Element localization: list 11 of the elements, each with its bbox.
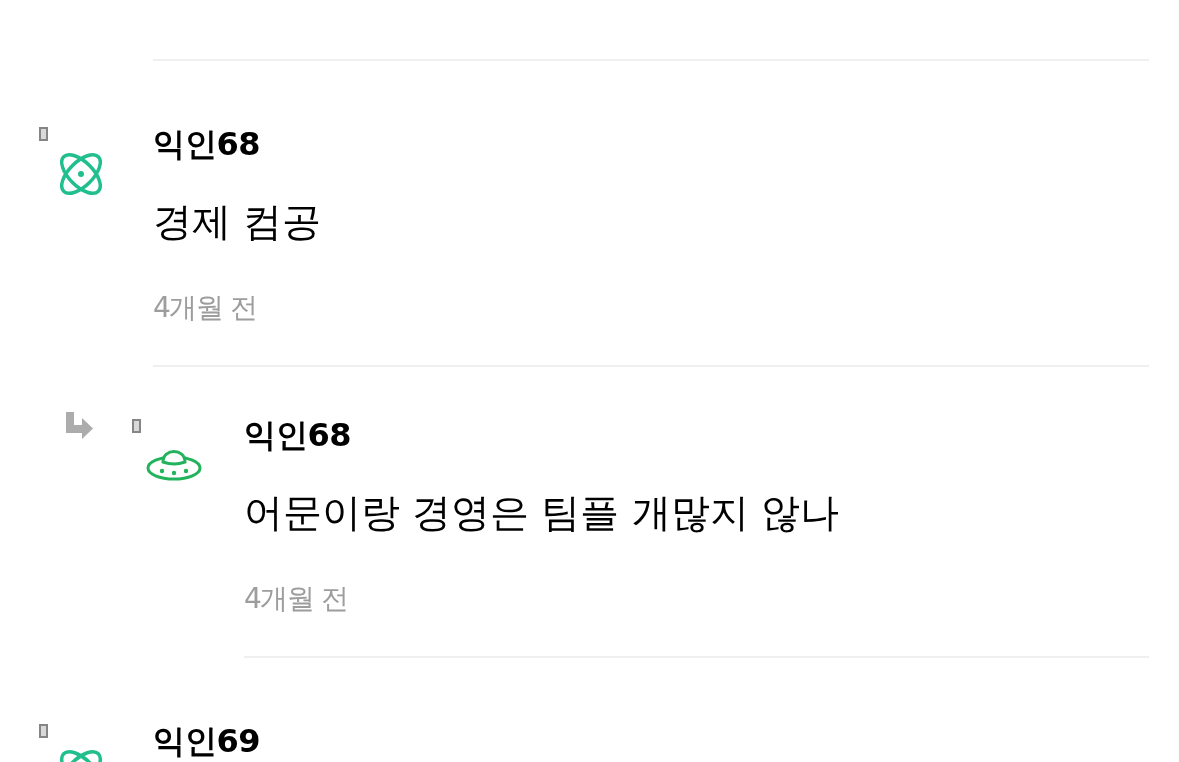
missing-glyph-icon bbox=[132, 419, 141, 433]
timestamp: 4개월 전 bbox=[153, 290, 258, 326]
timestamp: 4개월 전 bbox=[244, 581, 349, 617]
username: 익인68 bbox=[244, 415, 353, 455]
reply-arrow-icon bbox=[65, 412, 93, 439]
missing-glyph-icon bbox=[39, 127, 48, 141]
missing-glyph-icon bbox=[39, 724, 48, 738]
username: 익인68 bbox=[153, 124, 262, 164]
comment-text: 경제 컴공 bbox=[153, 198, 323, 246]
comment-text: 어문이랑 경영은 팀플 개많지 않나 bbox=[244, 489, 840, 537]
username: 익인69 bbox=[153, 721, 262, 761]
